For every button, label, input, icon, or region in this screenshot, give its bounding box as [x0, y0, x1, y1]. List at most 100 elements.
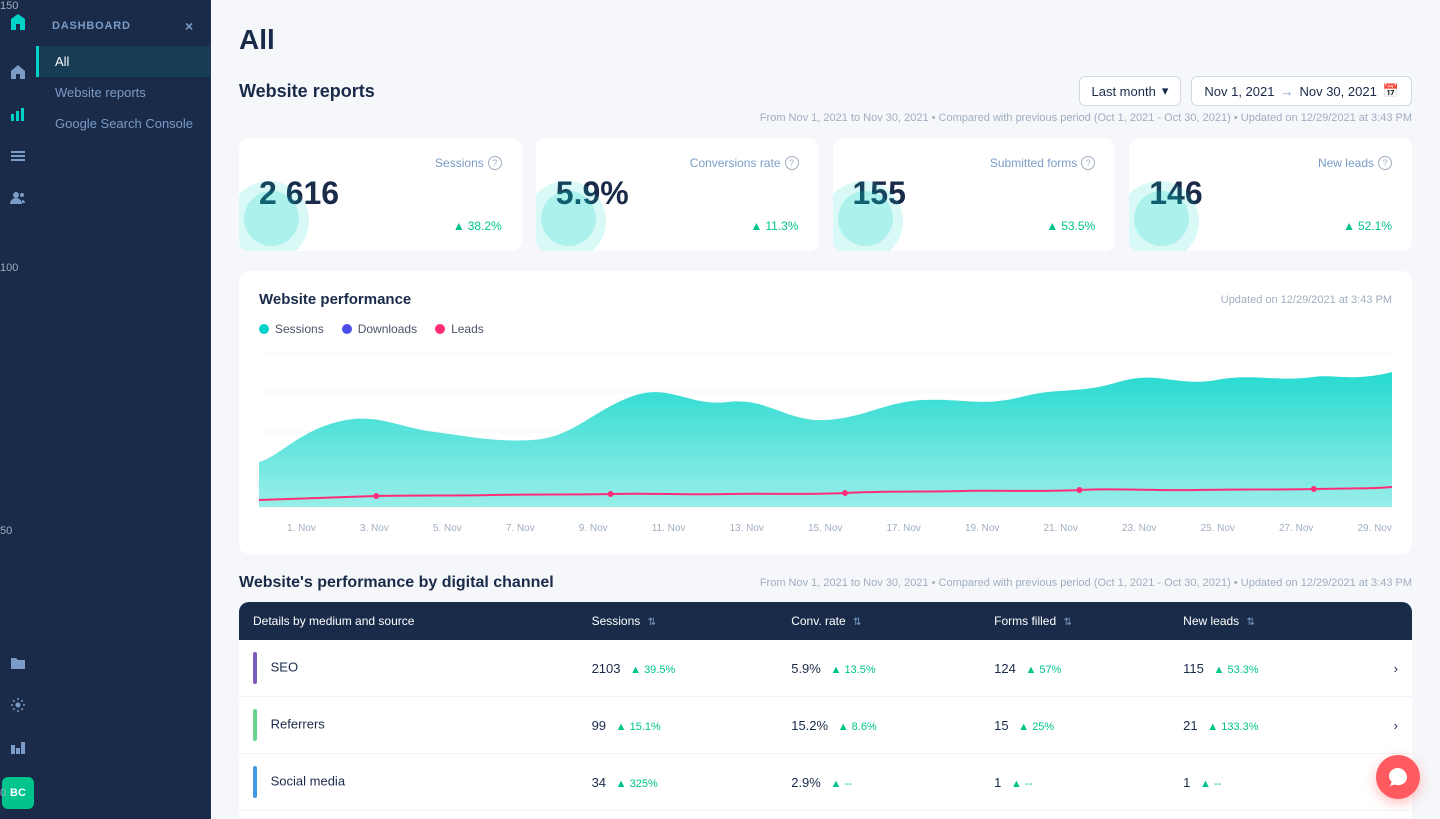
legend-sessions-dot [259, 324, 269, 334]
td-seo-leads: 115 ▲ 53.3% [1169, 640, 1354, 697]
sessions-change-arrow-icon: ▲ [453, 219, 465, 233]
legend-leads: Leads [435, 322, 484, 336]
sidebar-title: DASHBOARD × [36, 10, 210, 46]
leads-change-arrow-icon: ▲ [1343, 219, 1355, 233]
chat-fab-icon [1387, 766, 1409, 788]
referrers-conv-change: ▲ 8.6% [838, 721, 877, 733]
td-other-leads: 4 ▼ 20% [1169, 811, 1354, 819]
kpi-forms-label: Submitted forms ? [853, 156, 1096, 170]
kpi-row: Sessions ? 2 616 ▲ 38.2% Conversions rat… [239, 138, 1412, 251]
table-body: SEO 2103 ▲ 39.5% 5.9% ▲ 13.5% 124 ▲ 57% [239, 640, 1412, 819]
sidebar-item-google-search-label: Google Search Console [55, 116, 193, 131]
channel-table-wrapper: Details by medium and source Sessions ⇅ … [239, 602, 1412, 819]
th-sessions[interactable]: Sessions ⇅ [578, 602, 778, 640]
td-seo-forms: 124 ▲ 57% [980, 640, 1169, 697]
header-controls: Last month ▾ Nov 1, 2021 → Nov 30, 2021 … [1079, 76, 1413, 106]
td-referrers-forms: 15 ▲ 25% [980, 697, 1169, 754]
td-social-source: Social media [239, 754, 578, 811]
td-social-sessions: 34 ▲ 325% [578, 754, 778, 811]
date-arrow-icon: → [1280, 84, 1293, 99]
chart-svg [259, 352, 1392, 512]
update-info: From Nov 1, 2021 to Nov 30, 2021 • Compa… [239, 112, 1412, 124]
channel-table: Details by medium and source Sessions ⇅ … [239, 602, 1412, 819]
referrers-color-indicator [253, 709, 257, 741]
td-other-source: Other mediums [239, 811, 578, 819]
table-row: SEO 2103 ▲ 39.5% 5.9% ▲ 13.5% 124 ▲ 57% [239, 640, 1412, 697]
th-leads[interactable]: New leads ⇅ [1169, 602, 1354, 640]
td-other-forms: 1 ▼ 50% [980, 811, 1169, 819]
forms-info-icon[interactable]: ? [1081, 156, 1095, 170]
td-social-conv: 2.9% ▲ -- [777, 754, 980, 811]
chart-container: 150 100 50 0 [259, 352, 1392, 534]
sidebar-item-all-label: All [55, 54, 69, 69]
legend-sessions-label: Sessions [275, 322, 324, 336]
legend-sessions: Sessions [259, 322, 324, 336]
leads-info-icon[interactable]: ? [1378, 156, 1392, 170]
th-forms[interactable]: Forms filled ⇅ [980, 602, 1169, 640]
calendar-icon[interactable]: 📅 [1383, 83, 1399, 99]
kpi-card-submitted-forms: Submitted forms ? 155 ▲ 53.5% [833, 138, 1116, 251]
sidebar-item-all[interactable]: All [36, 46, 210, 77]
legend-downloads: Downloads [342, 322, 417, 336]
leads-sort-icon: ⇅ [1247, 617, 1255, 628]
date-filter-label: Last month [1092, 84, 1156, 99]
referrers-forms-change: ▲ 25% [1018, 721, 1054, 733]
td-seo-source: SEO [239, 640, 578, 697]
sidebar: DASHBOARD × All Website reports Google S… [36, 0, 211, 819]
forms-sort-icon: ⇅ [1064, 617, 1072, 628]
sidebar-item-google-search[interactable]: Google Search Console [36, 108, 210, 139]
kpi-card-new-leads: New leads ? 146 ▲ 52.1% [1129, 138, 1412, 251]
chart-svg-container: 1. Nov 3. Nov 5. Nov 7. Nov 9. Nov 11. N… [259, 352, 1392, 534]
referrers-sessions-change: ▲ 15.1% [616, 721, 661, 733]
social-color-indicator [253, 766, 257, 798]
sidebar-close-icon[interactable]: × [185, 18, 194, 34]
table-row: Referrers 99 ▲ 15.1% 15.2% ▲ 8.6% 15 ▲ 2… [239, 697, 1412, 754]
reports-section-header: Website reports Last month ▾ Nov 1, 2021… [239, 76, 1412, 106]
seo-conv-change: ▲ 13.5% [830, 664, 875, 676]
kpi-conversions-label: Conversions rate ? [556, 156, 799, 170]
legend-downloads-dot [342, 324, 352, 334]
td-referrers-source: Referrers [239, 697, 578, 754]
sidebar-item-website-reports[interactable]: Website reports [36, 77, 210, 108]
legend-downloads-label: Downloads [358, 322, 417, 336]
conversions-change-arrow-icon: ▲ [750, 219, 762, 233]
chevron-down-icon: ▾ [1162, 83, 1169, 99]
chart-title: Website performance [259, 291, 411, 308]
main-content: All Website reports Last month ▾ Nov 1, … [211, 0, 1440, 819]
performance-chart-card: Website performance Updated on 12/29/202… [239, 271, 1412, 554]
seo-leads-change: ▲ 53.3% [1214, 664, 1259, 676]
channel-update-info: From Nov 1, 2021 to Nov 30, 2021 • Compa… [760, 577, 1412, 589]
date-range-picker[interactable]: Nov 1, 2021 → Nov 30, 2021 📅 [1191, 76, 1412, 106]
th-arrow [1354, 602, 1412, 640]
kpi-leads-label: New leads ? [1149, 156, 1392, 170]
date-from: Nov 1, 2021 [1204, 84, 1274, 99]
sidebar-item-website-reports-label: Website reports [55, 85, 146, 100]
table-row: Social media 34 ▲ 325% 2.9% ▲ -- 1 ▲ -- [239, 754, 1412, 811]
social-leads-change: ▲ -- [1200, 778, 1221, 790]
td-seo-sessions: 2103 ▲ 39.5% [578, 640, 778, 697]
forms-change-arrow-icon: ▲ [1046, 219, 1058, 233]
seo-row-arrow[interactable]: › [1354, 640, 1412, 697]
sessions-sort-icon: ⇅ [648, 617, 656, 628]
conversions-info-icon[interactable]: ? [785, 156, 799, 170]
th-source[interactable]: Details by medium and source [239, 602, 578, 640]
seo-forms-change: ▲ 57% [1025, 664, 1061, 676]
chart-updated: Updated on 12/29/2021 at 3:43 PM [1221, 294, 1392, 306]
td-social-leads: 1 ▲ -- [1169, 754, 1354, 811]
date-filter-dropdown[interactable]: Last month ▾ [1079, 76, 1182, 106]
social-sessions-change: ▲ 325% [616, 778, 658, 790]
kpi-card-sessions: Sessions ? 2 616 ▲ 38.2% [239, 138, 522, 251]
referrers-row-arrow[interactable]: › [1354, 697, 1412, 754]
legend-leads-dot [435, 324, 445, 334]
social-forms-change: ▲ -- [1011, 778, 1032, 790]
th-conv-rate[interactable]: Conv. rate ⇅ [777, 602, 980, 640]
date-to: Nov 30, 2021 [1299, 84, 1376, 99]
referrers-leads-change: ▲ 133.3% [1207, 721, 1258, 733]
other-row-arrow[interactable]: › [1354, 811, 1412, 819]
chat-fab-button[interactable] [1376, 755, 1420, 799]
kpi-sessions-label: Sessions ? [259, 156, 502, 170]
sessions-info-icon[interactable]: ? [488, 156, 502, 170]
td-other-sessions: 18 ▲ 260% [578, 811, 778, 819]
table-header-row: Details by medium and source Sessions ⇅ … [239, 602, 1412, 640]
page-title: All [239, 24, 1412, 56]
